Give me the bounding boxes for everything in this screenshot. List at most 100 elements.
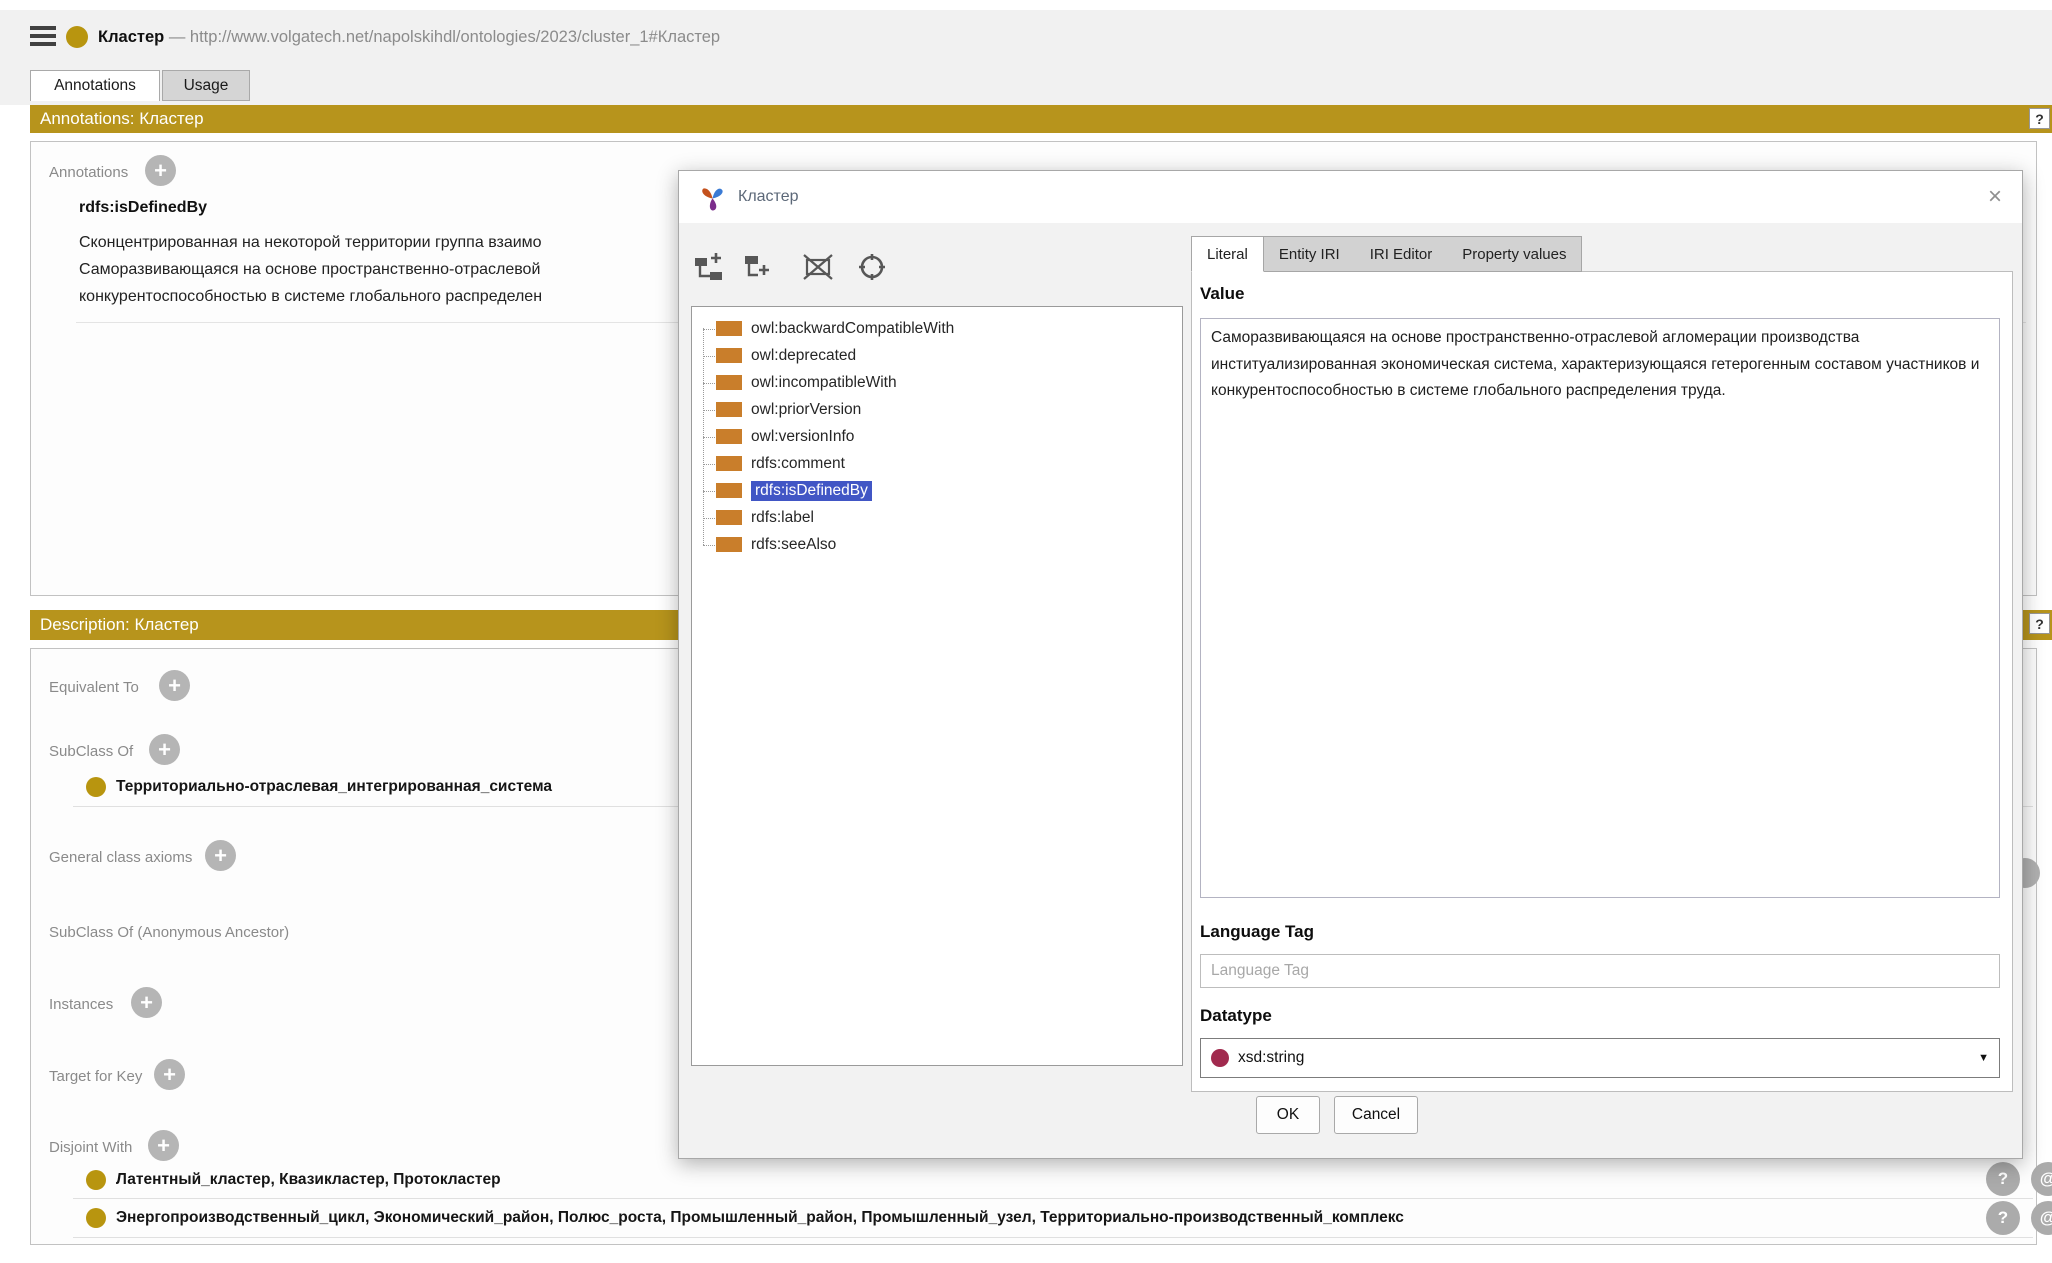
add-subclass-of-button[interactable]: + (149, 734, 180, 765)
datatype-dropdown[interactable]: xsd:string ▼ (1200, 1038, 2000, 1078)
entity-name: Кластер (98, 28, 164, 46)
class-icon (86, 1170, 106, 1190)
tab-usage[interactable]: Usage (162, 70, 250, 101)
explain-button[interactable]: ? (1986, 1201, 2020, 1235)
dialog-title: Кластер (738, 188, 799, 206)
description-header-title: Description: Кластер (40, 615, 199, 635)
header-background (0, 10, 2052, 105)
add-general-class-axiom-button[interactable]: + (205, 840, 236, 871)
window-title: Кластер — http://www.volgatech.net/napol… (98, 28, 720, 47)
delete-property-icon[interactable] (801, 251, 835, 283)
dialog-title-bar[interactable]: Кластер (679, 171, 2022, 223)
explain-button[interactable]: ? (1986, 1162, 2020, 1196)
tree-item-label: owl:backwardCompatibleWith (751, 320, 954, 338)
tree-item[interactable]: rdfs:label (716, 504, 1182, 531)
menu-icon[interactable] (30, 26, 56, 30)
annotation-property-tree[interactable]: owl:backwardCompatibleWith owl:deprecate… (691, 306, 1183, 1066)
tab-annotations[interactable]: Annotations (30, 70, 160, 101)
tab-entity-iri-label: Entity IRI (1279, 246, 1340, 263)
tab-usage-label: Usage (184, 77, 229, 95)
tab-literal[interactable]: Literal (1191, 236, 1264, 272)
add-equivalent-to-button[interactable]: + (159, 670, 190, 701)
tab-property-values[interactable]: Property values (1447, 237, 1581, 271)
annotation-property-icon (716, 402, 742, 417)
editor-tabs: Literal Entity IRI IRI Editor Property v… (1191, 236, 1582, 272)
tree-item-label: owl:priorVersion (751, 401, 861, 419)
annotations-header-bar: Annotations: Кластер ? (30, 105, 2052, 133)
literal-editor: Value Саморазвивающаяся на основе простр… (1191, 271, 2013, 1092)
class-icon (86, 1208, 106, 1228)
tab-literal-label: Literal (1207, 246, 1248, 263)
add-sibling-property-icon[interactable] (741, 251, 775, 283)
add-sub-property-icon[interactable] (693, 251, 727, 283)
disjoint-entity-row[interactable]: Энергопроизводственный_цикл, Экономическ… (73, 1199, 2033, 1238)
tree-item-selected[interactable]: rdfs:isDefinedBy (716, 477, 1182, 504)
tree-item-label: owl:incompatibleWith (751, 374, 897, 392)
tree-item-label: rdfs:isDefinedBy (751, 481, 872, 501)
tree-item-label: rdfs:comment (751, 455, 845, 473)
close-icon[interactable]: × (1980, 182, 2010, 212)
disjoint-entity-row[interactable]: Латентный_кластер, Квазикластер, Протокл… (73, 1162, 2033, 1199)
class-icon (86, 777, 106, 797)
datatype-icon (1211, 1049, 1229, 1067)
disjoint-entities-label[interactable]: Латентный_кластер, Квазикластер, Протокл… (116, 1171, 501, 1189)
tab-annotations-label: Annotations (54, 77, 136, 95)
show-usage-icon[interactable] (855, 251, 889, 283)
tab-iri-editor[interactable]: IRI Editor (1355, 237, 1448, 271)
group-target-for-key: Target for Key (49, 1068, 142, 1085)
ok-button[interactable]: OK (1256, 1096, 1320, 1134)
group-disjoint-with: Disjoint With (49, 1139, 132, 1156)
annotation-property-name: rdfs:isDefinedBy (79, 199, 207, 217)
tree-item[interactable]: rdfs:comment (716, 450, 1182, 477)
protege-window: Кластер — http://www.volgatech.net/napol… (0, 0, 2052, 1263)
inactive-tab-strip: Entity IRI IRI Editor Property values (1264, 236, 1583, 272)
value-label: Value (1200, 284, 1244, 304)
annotation-value-line: Саморазвивающаяся на основе пространстве… (79, 261, 540, 279)
annotation-property-icon (716, 483, 742, 498)
tree-item[interactable]: owl:priorVersion (716, 396, 1182, 423)
help-icon[interactable]: ? (2029, 613, 2050, 634)
tree-item[interactable]: owl:versionInfo (716, 423, 1182, 450)
cancel-button[interactable]: Cancel (1334, 1096, 1418, 1134)
annotations-section-label: Annotations (49, 164, 128, 181)
language-tag-label: Language Tag (1200, 922, 1314, 942)
annotation-property-icon (716, 510, 742, 525)
tree-item[interactable]: owl:incompatibleWith (716, 369, 1182, 396)
annotation-property-icon (716, 321, 742, 336)
value-textarea[interactable]: Саморазвивающаяся на основе пространстве… (1200, 318, 2000, 898)
add-annotation-button[interactable]: + (145, 155, 176, 186)
annotations-header-title: Annotations: Кластер (40, 109, 204, 129)
tree-item-label: owl:versionInfo (751, 428, 854, 446)
annotation-value-line: конкурентоспособностью в системе глобаль… (79, 288, 542, 306)
annotation-value-line: Сконцентрированная на некоторой территор… (79, 234, 542, 252)
tree-item-label: owl:deprecated (751, 347, 856, 365)
group-general-class-axioms: General class axioms (49, 849, 192, 866)
protege-logo-icon (699, 184, 726, 211)
tab-entity-iri[interactable]: Entity IRI (1264, 237, 1355, 271)
annotation-property-icon (716, 375, 742, 390)
group-subclass-of: SubClass Of (49, 743, 133, 760)
annotation-property-icon (716, 348, 742, 363)
add-instance-button[interactable]: + (131, 987, 162, 1018)
subclass-entity-label[interactable]: Территориально-отраслевая_интегрированна… (116, 778, 552, 796)
language-tag-input[interactable] (1200, 954, 2000, 988)
entity-iri: — http://www.volgatech.net/napolskihdl/o… (164, 28, 720, 46)
group-instances: Instances (49, 996, 113, 1013)
tree-item[interactable]: rdfs:seeAlso (716, 531, 1182, 558)
tree-item-label: rdfs:label (751, 509, 814, 527)
datatype-value: xsd:string (1238, 1049, 1304, 1067)
tree-item[interactable]: owl:deprecated (716, 342, 1182, 369)
annotation-property-icon (716, 537, 742, 552)
add-target-for-key-button[interactable]: + (154, 1059, 185, 1090)
tab-iri-editor-label: IRI Editor (1370, 246, 1433, 263)
tab-property-values-label: Property values (1462, 246, 1566, 263)
tree-item-label: rdfs:seeAlso (751, 536, 836, 554)
add-disjoint-with-button[interactable]: + (148, 1130, 179, 1161)
help-icon[interactable]: ? (2029, 108, 2050, 129)
annotation-property-icon (716, 456, 742, 471)
disjoint-entities-label[interactable]: Энергопроизводственный_цикл, Экономическ… (116, 1209, 1404, 1227)
class-icon (66, 26, 88, 48)
group-equivalent-to: Equivalent To (49, 679, 139, 696)
tree-item[interactable]: owl:backwardCompatibleWith (716, 315, 1182, 342)
annotation-editor-dialog: Кластер × (678, 170, 2023, 1159)
